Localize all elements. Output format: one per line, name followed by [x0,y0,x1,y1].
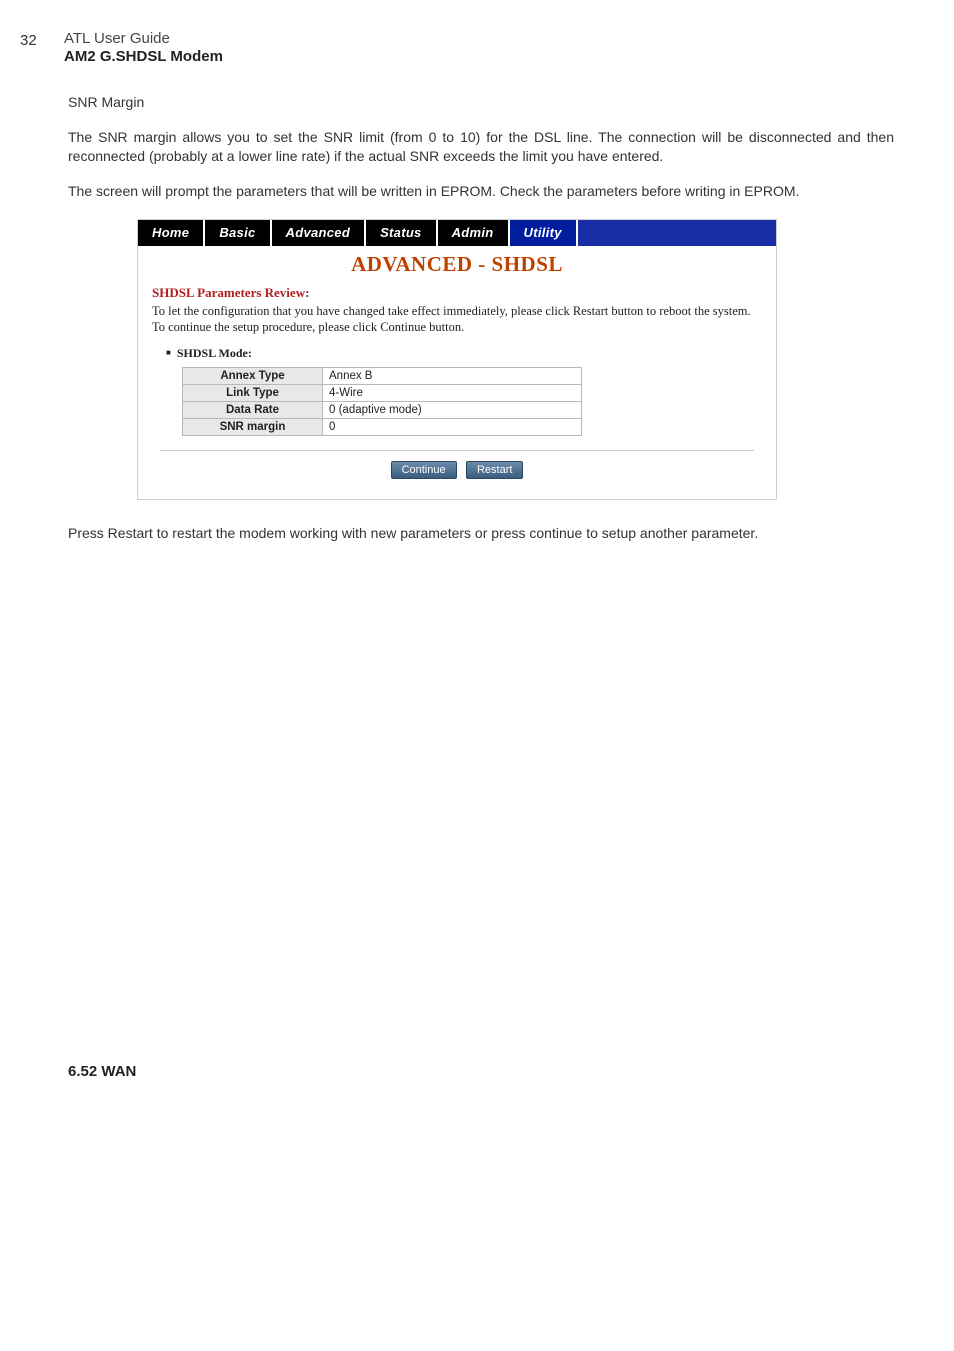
snr-margin-value: 0 [323,419,582,436]
nav-tab-admin[interactable]: Admin [438,220,510,246]
doc-subtitle: ATL User Guide [64,30,894,47]
data-rate-label: Data Rate [183,402,323,419]
section-heading: 6.52 WAN [68,1063,894,1080]
nav-tab-home[interactable]: Home [138,220,205,246]
page-number: 32 [20,30,64,49]
nav-tab-utility[interactable]: Utility [510,220,578,246]
snr-heading: SNR Margin [68,93,894,112]
annex-type-label: Annex Type [183,368,323,385]
nav-tab-advanced[interactable]: Advanced [272,220,367,246]
data-rate-value: 0 (adaptive mode) [323,402,582,419]
panel-title: ADVANCED - SHDSL [138,246,776,285]
nav-tab-basic[interactable]: Basic [205,220,271,246]
nav-bar: Home Basic Advanced Status Admin Utility [138,220,776,246]
table-row: Annex Type Annex B [183,368,582,385]
mode-label: SHDSL Mode: [166,346,762,361]
review-heading: SHDSL Parameters Review: [152,285,762,301]
continue-button[interactable]: Continue [391,461,457,479]
nav-spacer [578,220,776,246]
restart-button[interactable]: Restart [466,461,523,479]
table-row: SNR margin 0 [183,419,582,436]
nav-tab-status[interactable]: Status [366,220,438,246]
paragraph-1: The SNR margin allows you to set the SNR… [68,128,894,166]
paragraph-2: The screen will prompt the parameters th… [68,182,894,201]
annex-type-value: Annex B [323,368,582,385]
review-text: To let the configuration that you have c… [152,303,762,337]
table-row: Data Rate 0 (adaptive mode) [183,402,582,419]
paragraph-3: Press Restart to restart the modem worki… [68,524,894,543]
config-screenshot: Home Basic Advanced Status Admin Utility… [137,219,777,501]
snr-margin-label: SNR margin [183,419,323,436]
divider [160,450,754,451]
table-row: Link Type 4-Wire [183,385,582,402]
doc-title: AM2 G.SHDSL Modem [64,48,894,65]
link-type-label: Link Type [183,385,323,402]
link-type-value: 4-Wire [323,385,582,402]
params-table: Annex Type Annex B Link Type 4-Wire Data… [182,367,582,436]
